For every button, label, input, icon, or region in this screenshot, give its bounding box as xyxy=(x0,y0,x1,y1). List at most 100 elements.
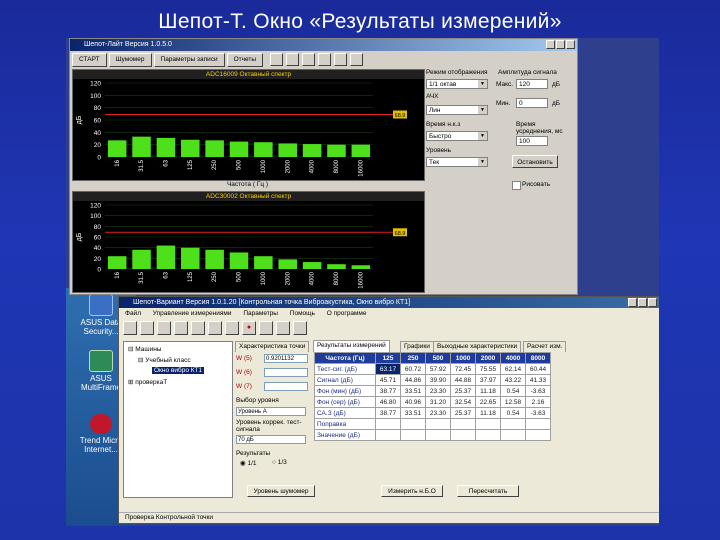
tree-item-class[interactable]: ⊟ Учебный класс xyxy=(138,356,191,364)
menu-file[interactable]: Файл xyxy=(125,310,141,317)
table-cell[interactable]: 25.37 xyxy=(450,407,476,419)
tool-icon-1[interactable] xyxy=(269,53,283,66)
table-cell[interactable] xyxy=(500,418,526,430)
table-cell[interactable]: -3.63 xyxy=(525,385,551,397)
reports-button[interactable]: Отчеты xyxy=(226,53,264,67)
save-icon[interactable] xyxy=(140,321,154,335)
menu-about[interactable]: О программе xyxy=(327,310,367,317)
table-cell[interactable]: 60.44 xyxy=(525,363,551,375)
table-row[interactable]: СА.З (дБ) 38.77 33.51 23.30 25.37 11.18 0.54 -3… xyxy=(314,407,551,419)
table-cell[interactable] xyxy=(525,418,551,430)
tool-icon-6[interactable] xyxy=(349,53,363,66)
table-cell[interactable]: 40.96 xyxy=(400,396,426,408)
table-cell[interactable]: 63.17 xyxy=(375,363,401,375)
table-row[interactable]: Фон (мин) (дБ) 38.77 33.51 23.30 25.37 11.18 0… xyxy=(314,385,551,397)
menu-help[interactable]: Помощь xyxy=(290,310,315,317)
tree-item-check[interactable]: ⊞ проверкаТ xyxy=(128,378,167,386)
edit-icon[interactable] xyxy=(259,321,273,335)
menu-parameters[interactable]: Параметры xyxy=(243,310,278,317)
stop-icon[interactable]: ● xyxy=(242,321,256,335)
table-cell[interactable]: 25.37 xyxy=(450,385,476,397)
table-cell[interactable]: 72.45 xyxy=(450,363,476,375)
tab-calculation[interactable]: Расчет изм. xyxy=(523,341,567,352)
minimize-button[interactable] xyxy=(628,298,637,307)
table-cell[interactable]: 31.20 xyxy=(425,396,451,408)
maximize-button[interactable] xyxy=(556,40,565,49)
table-cell[interactable]: 23.30 xyxy=(425,385,451,397)
close-button[interactable] xyxy=(566,40,575,49)
table-cell[interactable]: 33.51 xyxy=(400,407,426,419)
min-input[interactable]: 0 xyxy=(516,98,548,108)
maximize-button[interactable] xyxy=(638,298,647,307)
table-row[interactable]: Значение (дБ) xyxy=(314,429,551,441)
menu-measurement-control[interactable]: Управление измерениями xyxy=(153,310,232,317)
table-cell[interactable]: 0.54 xyxy=(500,385,526,397)
afc-select[interactable]: Лин ▼ xyxy=(426,105,488,115)
tool-icon-3[interactable] xyxy=(301,53,315,66)
table-cell[interactable]: 57.92 xyxy=(425,363,451,375)
measure-nbo-button[interactable]: Измерить н.Б.О xyxy=(381,485,443,497)
table-cell[interactable] xyxy=(450,429,476,441)
measure-level-button[interactable]: Уровень шумомер xyxy=(247,485,315,497)
chart-icon[interactable] xyxy=(191,321,205,335)
table-cell[interactable]: 11.18 xyxy=(475,385,501,397)
draw-checkbox[interactable] xyxy=(512,181,521,190)
table-cell[interactable]: 41.33 xyxy=(525,374,551,386)
table-cell[interactable]: 45.71 xyxy=(375,374,401,386)
table-cell[interactable]: 60.72 xyxy=(400,363,426,375)
table-cell[interactable] xyxy=(425,418,451,430)
table-cell[interactable]: 12.58 xyxy=(500,396,526,408)
table-cell[interactable]: 0.54 xyxy=(500,407,526,419)
radio-1-1[interactable]: ◉ 1/1 xyxy=(240,459,257,467)
table-cell[interactable]: 39.90 xyxy=(425,374,451,386)
table-cell[interactable]: 44.88 xyxy=(450,374,476,386)
level-choice-select[interactable]: Уровень A xyxy=(236,407,306,416)
table-cell[interactable] xyxy=(400,418,426,430)
start-button[interactable]: СТАРТ xyxy=(72,53,107,67)
table-cell[interactable]: 22.65 xyxy=(475,396,501,408)
table-cell[interactable] xyxy=(375,418,401,430)
table-cell[interactable] xyxy=(425,429,451,441)
time-select[interactable]: Быстро ▼ xyxy=(426,131,488,141)
export-icon[interactable] xyxy=(293,321,307,335)
w5-input[interactable]: 0.9201132 xyxy=(264,354,308,363)
table-cell[interactable] xyxy=(375,429,401,441)
close-button[interactable] xyxy=(648,298,657,307)
w7-input[interactable] xyxy=(264,382,308,391)
table-cell[interactable]: -3.63 xyxy=(525,407,551,419)
table-cell[interactable] xyxy=(475,418,501,430)
noise-meter-button[interactable]: Шумомер xyxy=(108,53,152,67)
mode-select[interactable]: 1/1 октав ▼ xyxy=(426,79,488,89)
table-cell[interactable]: 11.18 xyxy=(475,407,501,419)
table-cell[interactable]: 43.22 xyxy=(500,374,526,386)
table-cell[interactable]: 62.14 xyxy=(500,363,526,375)
table-cell[interactable] xyxy=(500,429,526,441)
correction-select[interactable]: 70 дБ xyxy=(236,435,306,444)
table-cell[interactable]: 44.86 xyxy=(400,374,426,386)
record-params-button[interactable]: Параметры записи xyxy=(153,53,225,67)
table-row[interactable]: Сигнал (дБ) 45.71 44.86 39.90 44.88 37.97 43.2… xyxy=(314,374,551,386)
table-cell[interactable] xyxy=(525,429,551,441)
paste-icon[interactable] xyxy=(225,321,239,335)
minimize-button[interactable] xyxy=(546,40,555,49)
averaging-input[interactable]: 100 xyxy=(516,136,548,146)
table-row[interactable]: Фон (сер) (дБ) 46.80 40.96 31.20 32.54 22.65 1… xyxy=(314,396,551,408)
table-row[interactable]: Тест-сиг. (дБ) 63.17 60.72 57.92 72.45 75.55 6… xyxy=(314,363,551,375)
level-select[interactable]: Тек ▼ xyxy=(426,157,488,167)
table-cell[interactable] xyxy=(450,418,476,430)
table-row[interactable]: Поправка xyxy=(314,418,551,430)
tool-icon-2[interactable] xyxy=(285,53,299,66)
tab-point-characteristics[interactable]: Характеристика точки xyxy=(235,341,310,352)
table-cell[interactable]: 38.77 xyxy=(375,385,401,397)
print-icon[interactable] xyxy=(174,321,188,335)
stop-button[interactable]: Остановить xyxy=(512,155,558,168)
table-cell[interactable]: 2.16 xyxy=(525,396,551,408)
radio-1-3[interactable]: ○ 1/3 xyxy=(272,459,287,466)
table-cell[interactable]: 37.97 xyxy=(475,374,501,386)
table-cell[interactable] xyxy=(475,429,501,441)
table-cell[interactable]: 75.55 xyxy=(475,363,501,375)
recalculate-button[interactable]: Пересчитать xyxy=(457,485,519,497)
w6-input[interactable] xyxy=(264,368,308,377)
max-input[interactable]: 120 xyxy=(516,79,548,89)
tree-item-machines[interactable]: ⊟ Машины xyxy=(128,345,161,353)
